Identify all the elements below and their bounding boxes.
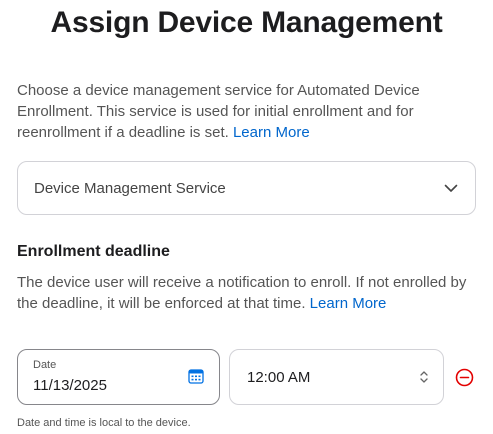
updown-chevron-icon — [419, 369, 429, 385]
deadline-learn-more-link[interactable]: Learn More — [310, 295, 387, 312]
date-field-value: 11/13/2025 — [33, 377, 107, 394]
remove-circle-icon[interactable] — [455, 368, 474, 387]
time-select[interactable]: 12:00 AM — [229, 349, 444, 405]
intro-description: Choose a device management service for A… — [17, 80, 479, 143]
device-management-service-select[interactable]: Device Management Service — [17, 161, 476, 215]
calendar-icon[interactable] — [188, 368, 204, 384]
deadline-description: The device user will receive a notificat… — [17, 272, 479, 314]
assign-device-management-panel: Assign Device Management Choose a device… — [0, 0, 493, 434]
date-field[interactable]: Date 11/13/2025 — [17, 349, 220, 405]
chevron-down-icon — [443, 180, 459, 196]
intro-text: Choose a device management service for A… — [17, 82, 420, 141]
service-select-label: Device Management Service — [34, 179, 226, 197]
time-select-value: 12:00 AM — [247, 368, 311, 386]
deadline-text: The device user will receive a notificat… — [17, 274, 467, 312]
enrollment-deadline-heading: Enrollment deadline — [17, 243, 170, 260]
intro-learn-more-link[interactable]: Learn More — [233, 124, 310, 141]
page-title: Assign Device Management — [50, 6, 443, 39]
date-field-caption: Date — [33, 359, 57, 371]
timezone-footnote: Date and time is local to the device. — [17, 417, 191, 429]
